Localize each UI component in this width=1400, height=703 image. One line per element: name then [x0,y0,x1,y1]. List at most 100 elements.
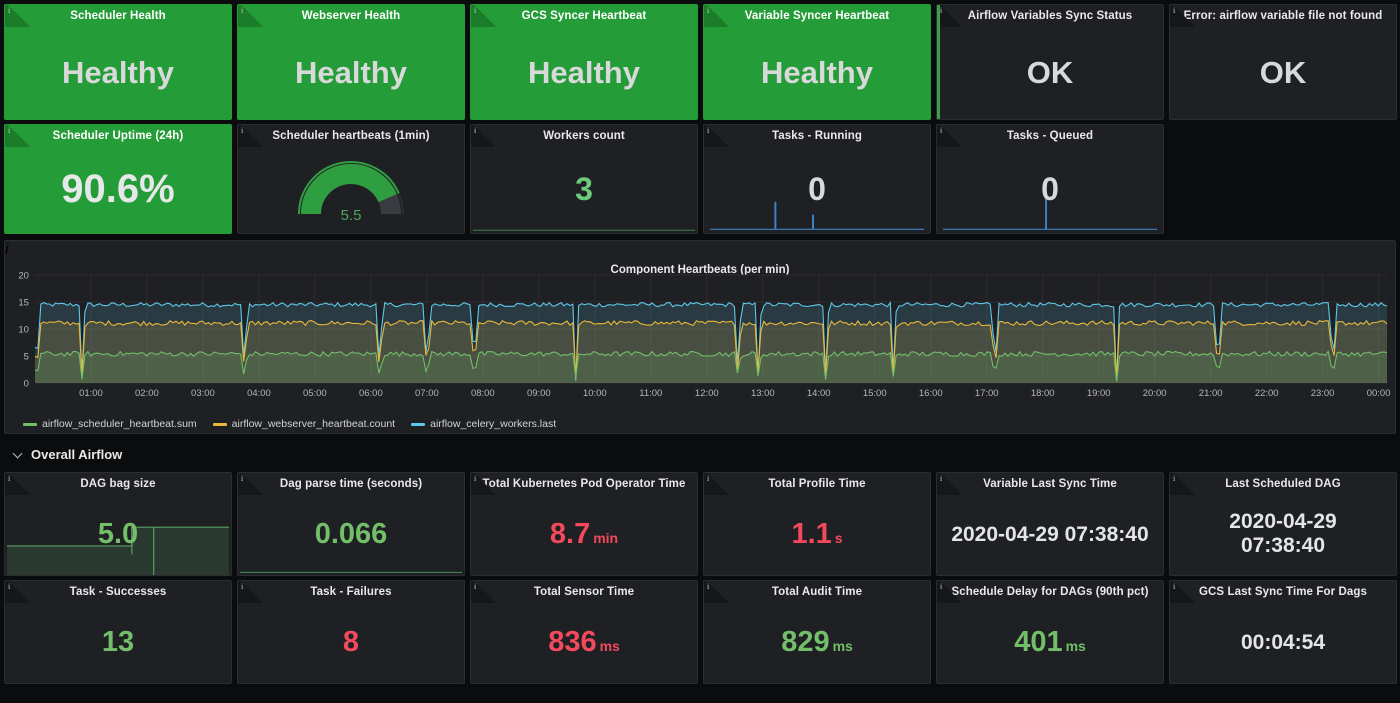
panel-info-corner[interactable]: i [1170,5,1198,27]
status-panel-4[interactable]: i Airflow Variables Sync Status OK [936,4,1164,120]
panel-info-corner[interactable]: i [1170,473,1198,495]
panel-info-corner[interactable]: i [5,5,33,27]
svg-text:15: 15 [18,297,29,308]
info-icon[interactable]: i [241,6,243,15]
panel-value-unit: s [834,529,843,546]
panel-info-corner[interactable]: i [937,5,965,27]
metric-panel-workers-count[interactable]: i Workers count 3 [470,124,698,234]
chevron-down-icon[interactable] [14,449,24,459]
svg-text:10: 10 [18,324,29,335]
info-icon[interactable]: i [940,582,942,591]
status-panel-5[interactable]: i Error: airflow variable file not found O… [1169,4,1397,120]
overall-row2-panel-1[interactable]: i Task - Failures 8 [237,580,465,684]
info-icon[interactable]: i [241,126,243,135]
panel-info-corner[interactable]: i [471,125,499,147]
panel-info-corner[interactable]: i [5,125,33,147]
panel-info-corner[interactable]: i [238,581,266,603]
status-panel-0[interactable]: i Scheduler Health Healthy [4,4,232,120]
panel-value-unit: min [593,529,619,546]
panel-value: 2020-04-29 07:38:40 [951,522,1149,546]
overall-row2-panel-5[interactable]: i GCS Last Sync Time For Dags 00:04:54 [1169,580,1397,684]
panel-info-corner[interactable]: i [704,5,732,27]
row-header-overall-airflow[interactable]: Overall Airflow [4,440,1396,468]
panel-info-corner[interactable]: i [937,581,965,603]
info-icon[interactable]: i [474,6,476,15]
metric-panel-tasks-running[interactable]: i Tasks - Running 0 [703,124,931,234]
overall-row1-panel-4[interactable]: i Variable Last Sync Time 2020-04-29 07:38… [936,472,1164,576]
panel-info-corner[interactable]: i [471,473,499,495]
overall-row1-panel-5[interactable]: i Last Scheduled DAG 2020-04-29 07:38:40 [1169,472,1397,576]
panel-value: Healthy [761,54,873,90]
panel-info-corner[interactable]: i [5,241,1395,259]
panel-title: Scheduler Uptime (24h) [52,130,184,142]
panel-body: 836 ms [471,601,697,683]
info-icon[interactable]: i [940,126,942,135]
overall-row2-panel-3[interactable]: i Total Audit Time 829 ms [703,580,931,684]
metric-panel-scheduler-uptime[interactable]: i Scheduler Uptime (24h) 90.6% [4,124,232,234]
info-icon[interactable]: i [1173,6,1175,15]
info-icon[interactable]: i [474,582,476,591]
info-icon[interactable]: i [8,6,10,15]
panel-info-corner[interactable]: i [704,581,732,603]
panel-info-corner[interactable]: i [704,125,732,147]
info-icon[interactable]: i [8,474,10,483]
panel-title: DAG bag size [80,478,156,490]
panel-value: 2020-04-29 07:38:40 [1229,510,1337,557]
info-icon[interactable]: i [707,582,709,591]
panel-body: 829 ms [704,601,930,683]
panel-info-corner[interactable]: i [704,473,732,495]
info-icon[interactable]: i [5,241,9,258]
info-icon[interactable]: i [8,126,10,135]
metric-panel-scheduler-heartbeats[interactable]: i Scheduler heartbeats (1min) 5.5 [237,124,465,234]
info-icon[interactable]: i [241,474,243,483]
info-icon[interactable]: i [241,582,243,591]
info-icon[interactable]: i [940,6,942,15]
overall-row2-panel-4[interactable]: i Schedule Delay for DAGs (90th pct) 401 ms [936,580,1164,684]
legend-swatch [411,422,426,426]
panel-info-corner[interactable]: i [5,581,33,603]
panel-info-corner[interactable]: i [238,473,266,495]
info-icon[interactable]: i [707,474,709,483]
panel-info-corner[interactable]: i [238,5,266,27]
component-heartbeats-panel[interactable]: i Component Heartbeats (per min) 0 5 10 15 2… [4,240,1396,434]
info-icon[interactable]: i [1173,474,1175,483]
overall-row1-panel-2[interactable]: i Total Kubernetes Pod Operator Time 8.7 mi… [470,472,698,576]
svg-text:20:00: 20:00 [1143,388,1167,399]
svg-text:13:00: 13:00 [751,388,775,399]
panel-info-corner[interactable]: i [238,125,266,147]
panel-info-corner[interactable]: i [5,473,33,495]
panel-info-corner[interactable]: i [471,5,499,27]
status-panel-3[interactable]: i Variable Syncer Heartbeat Healthy [703,4,931,120]
overall-row2-panel-0[interactable]: i Task - Successes 13 [4,580,232,684]
timeseries-plot[interactable]: 0 5 10 15 20 01:00 02:00 03:00 04:00 05:00 06:00 07… [5,261,1395,411]
overall-row2-panel-2[interactable]: i Total Sensor Time 836 ms [470,580,698,684]
panel-info-corner[interactable]: i [471,581,499,603]
panel-value: Healthy [295,54,407,90]
panel-info-corner[interactable]: i [937,125,965,147]
legend-item[interactable]: airflow_webserver_heartbeat.count [212,418,395,430]
panel-value: 0 [808,171,826,207]
info-icon[interactable]: i [940,474,942,483]
status-stripe [937,5,940,119]
panel-title: Airflow Variables Sync Status [967,10,1133,22]
overall-row1-panel-0[interactable]: i DAG bag size 5.0 [4,472,232,576]
panel-title: GCS Last Sync Time For Dags [1198,586,1367,598]
info-icon[interactable]: i [8,582,10,591]
metric-panel-tasks-queued[interactable]: i Tasks - Queued 0 [936,124,1164,234]
status-panel-2[interactable]: i GCS Syncer Heartbeat Healthy [470,4,698,120]
gauge: 5.5 [292,152,410,226]
row-header-label: Overall Airflow [31,446,123,462]
panel-info-corner[interactable]: i [937,473,965,495]
info-icon[interactable]: i [707,6,709,15]
overall-row1-panel-1[interactable]: i Dag parse time (seconds) 0.066 [237,472,465,576]
panel-info-corner[interactable]: i [1170,581,1198,603]
info-icon[interactable]: i [474,126,476,135]
info-icon[interactable]: i [707,126,709,135]
overall-row1-panel-3[interactable]: i Total Profile Time 1.1 s [703,472,931,576]
status-panel-1[interactable]: i Webserver Health Healthy [237,4,465,120]
panel-body: 8 [238,601,464,683]
info-icon[interactable]: i [1173,582,1175,591]
legend-item[interactable]: airflow_celery_workers.last [411,418,556,430]
info-icon[interactable]: i [474,474,476,483]
legend-item[interactable]: airflow_scheduler_heartbeat.sum [23,418,197,430]
